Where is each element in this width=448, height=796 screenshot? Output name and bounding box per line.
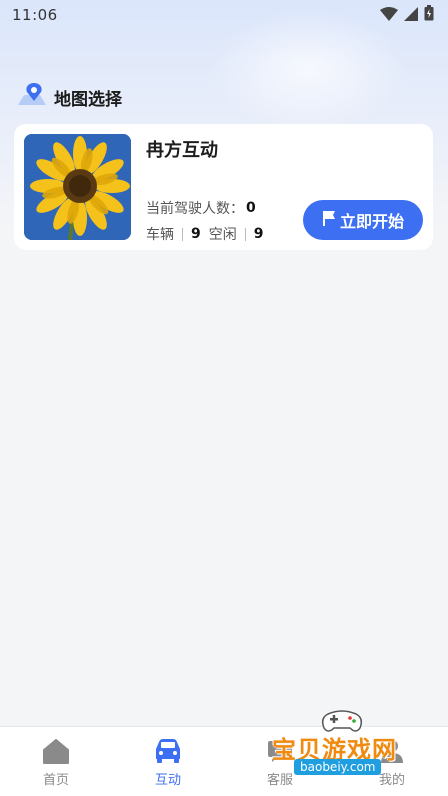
tab-home-label: 首页 [42,773,69,788]
drivers-value: 0 [246,200,256,216]
map-pin-icon [16,81,48,113]
battery-icon [424,5,434,25]
user-icon [377,737,407,765]
divider [244,227,246,241]
signal-icon [404,6,418,25]
car-icon [153,737,183,765]
vehicles-label: 车辆 [146,227,174,243]
tab-service-label: 客服 [266,773,293,788]
start-button-label: 立即开始 [339,214,404,231]
tab-interact[interactable]: 互动 [112,727,224,796]
tab-profile[interactable]: 我的 [336,727,448,796]
idle-value: 9 [253,226,264,242]
sunflower-thumbnail [24,134,131,240]
status-bar: 11:06 [0,0,448,30]
flag-icon [322,210,336,231]
drivers-label: 当前驾驶人数： [146,201,244,217]
status-time: 11:06 [12,6,58,24]
wifi-icon [380,6,398,25]
tab-home[interactable]: 首页 [0,727,112,796]
map-card[interactable]: 冉方互动 当前驾驶人数： 0 车辆 9 空闲 9 立即开始 [14,124,433,250]
bottom-tab-bar: 首页 互动 客服 我的 [0,726,448,796]
home-icon [41,737,71,765]
status-icons [380,5,434,25]
drivers-count: 当前驾驶人数： 0 [146,198,256,218]
section-title: 地图选择 [54,89,122,110]
divider [182,227,183,241]
start-button[interactable]: 立即开始 [303,200,423,240]
tab-profile-label: 我的 [378,773,405,788]
map-name: 冉方互动 [146,140,218,161]
vehicle-stats: 车辆 9 空闲 9 [146,224,264,244]
chat-icon [265,737,295,765]
tab-service[interactable]: 客服 [224,727,336,796]
section-header: 地图选择 [16,82,122,112]
idle-label: 空闲 [208,227,237,243]
vehicles-value: 9 [191,226,201,242]
tab-interact-label: 互动 [154,773,181,788]
